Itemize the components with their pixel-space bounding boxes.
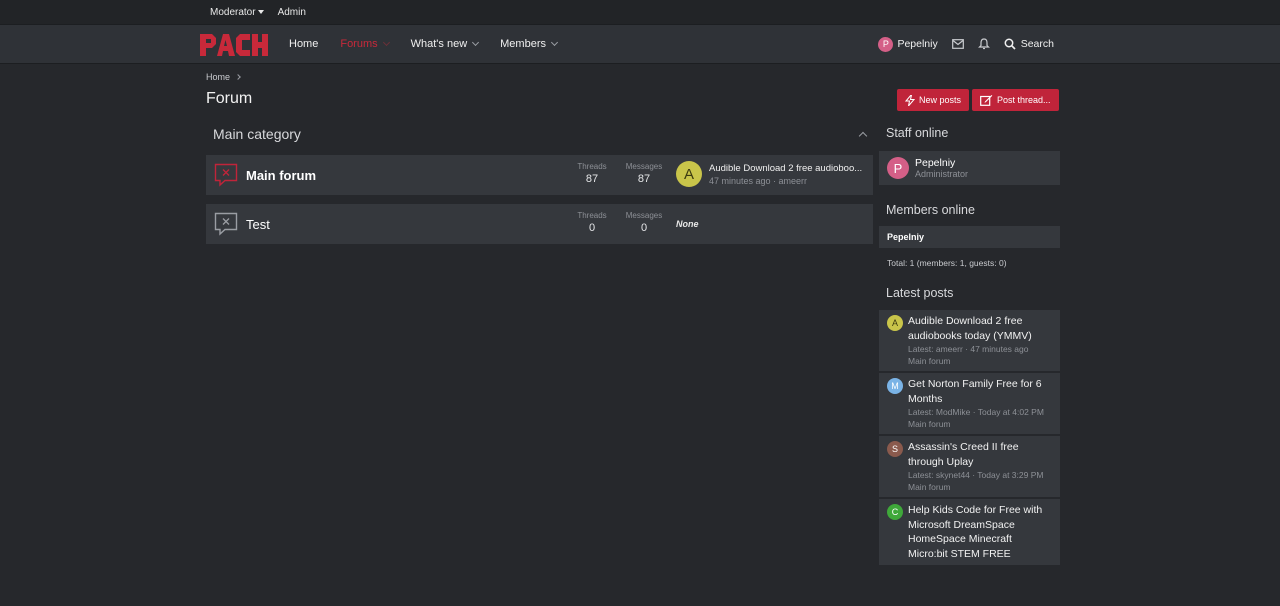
bell-icon (977, 38, 990, 50)
collapse-toggle-icon[interactable] (858, 131, 868, 141)
tab-forums[interactable]: Forums (340, 38, 390, 50)
threads-value: 0 (588, 222, 596, 234)
forum-row: Test Threads 0 Messages 0 None (206, 204, 873, 244)
new-posts-label: New posts (919, 95, 962, 105)
staff-online-item: P Pepelniy Administrator (879, 151, 1060, 185)
avatar: P (878, 36, 894, 52)
list-item: A Audible Download 2 free audiobooks tod… (879, 310, 1060, 371)
avatar[interactable]: M (887, 378, 903, 394)
site-logo[interactable] (200, 33, 270, 60)
main-navbar: Home Forums What's new Members P Pepelni… (0, 24, 1280, 64)
threads-label: Threads (577, 162, 607, 171)
caret-down-icon (257, 9, 264, 14)
avatar[interactable]: S (887, 441, 903, 457)
latest-post-forum[interactable]: Main forum (908, 481, 1052, 493)
admin-link[interactable]: Admin (278, 7, 306, 18)
latest-post-meta: Latest: ameerr · 47 minutes ago (908, 344, 1029, 354)
messages-value: 0 (640, 222, 648, 234)
account-menu[interactable]: P Pepelniy (878, 36, 938, 52)
threads-value: 87 (585, 173, 599, 185)
tab-members-label: Members (500, 38, 546, 50)
pack-logo-icon (200, 34, 268, 56)
staff-role: Administrator (915, 169, 969, 179)
threads-count: Threads 0 (570, 211, 614, 234)
avatar[interactable]: P (887, 157, 909, 179)
members-online-total: Total: 1 (members: 1, guests: 0) (887, 258, 1007, 268)
messages-label: Messages (625, 211, 663, 220)
latest-posts-title: Latest posts (886, 286, 954, 300)
breadcrumb: Home (206, 72, 241, 82)
latest-post-title[interactable]: Audible Download 2 free audiobooks today… (908, 314, 1052, 343)
messages-value: 87 (637, 173, 651, 185)
search-button[interactable]: Search (1004, 38, 1054, 50)
tab-home-label: Home (289, 38, 319, 50)
staff-bar: Moderator Admin (0, 0, 1280, 24)
edit-icon (980, 95, 993, 106)
new-posts-button[interactable]: New posts (897, 89, 970, 111)
latest-posts-list: A Audible Download 2 free audiobooks tod… (879, 310, 1060, 565)
threads-label: Threads (577, 211, 607, 220)
last-post-meta: 47 minutes ago · ameerr (709, 175, 808, 186)
category-header: Main category (206, 122, 873, 146)
sidebar: Staff online P Pepelniy Administrator Me… (879, 122, 1060, 567)
forum-title-main[interactable]: Main forum (246, 155, 316, 195)
post-thread-button[interactable]: Post thread... (972, 89, 1059, 111)
latest-post-meta: Latest: ModMike · Today at 4:02 PM (908, 407, 1044, 417)
tab-whats-new-label: What's new (410, 38, 468, 50)
messages-count: Messages 87 (622, 162, 666, 185)
tab-forums-label: Forums (340, 38, 378, 50)
avatar[interactable]: A (887, 315, 903, 331)
breadcrumb-home[interactable]: Home (206, 72, 230, 82)
staff-username[interactable]: Pepelniy (915, 157, 968, 169)
page-title: Forum (206, 90, 253, 107)
lightning-icon (905, 94, 915, 106)
chevron-down-icon (472, 38, 480, 47)
latest-post-title[interactable]: Help Kids Code for Free with Microsoft D… (908, 503, 1052, 561)
members-online-list: Pepelniy (879, 226, 1060, 248)
avatar[interactable]: C (887, 504, 903, 520)
staff-online-title: Staff online (886, 126, 949, 140)
forum-read-icon (214, 212, 238, 239)
threads-count: Threads 87 (570, 162, 614, 185)
list-item: M Get Norton Family Free for 6 Months La… (879, 373, 1060, 434)
list-item: S Assassin's Creed II free through Uplay… (879, 436, 1060, 497)
online-member-link[interactable]: Pepelniy (887, 232, 924, 242)
last-post: A Audible Download 2 free audioboo... 47… (676, 161, 865, 187)
no-last-post: None (676, 219, 699, 229)
latest-post-title[interactable]: Assassin's Creed II free through Uplay (908, 440, 1052, 469)
forum-title-test[interactable]: Test (246, 204, 270, 244)
list-item: C Help Kids Code for Free with Microsoft… (879, 499, 1060, 565)
account-username: Pepelniy (897, 38, 938, 50)
moderator-menu[interactable]: Moderator (210, 7, 264, 18)
post-thread-label: Post thread... (997, 95, 1051, 105)
forum-row: Main forum Threads 87 Messages 87 A Audi… (206, 155, 873, 195)
tab-home[interactable]: Home (289, 38, 318, 50)
forum-unread-icon (214, 163, 238, 190)
members-online-title: Members online (886, 203, 975, 217)
chevron-down-icon (382, 38, 390, 47)
chevron-right-icon (235, 74, 241, 80)
avatar[interactable]: A (676, 161, 702, 187)
category-title[interactable]: Main category (213, 126, 301, 142)
messages-label: Messages (625, 162, 663, 171)
last-post-title[interactable]: Audible Download 2 free audioboo... (709, 163, 865, 174)
latest-post-title[interactable]: Get Norton Family Free for 6 Months (908, 377, 1052, 406)
messages-count: Messages 0 (622, 211, 666, 234)
alerts-button[interactable] (977, 38, 990, 50)
tab-members[interactable]: Members (500, 38, 559, 50)
search-icon (1004, 38, 1016, 50)
latest-post-forum[interactable]: Main forum (908, 355, 1052, 367)
latest-post-forum[interactable]: Main forum (908, 418, 1052, 430)
nav-tabs: Home Forums What's new Members (289, 25, 579, 63)
chevron-down-icon (550, 38, 559, 47)
search-label: Search (1020, 38, 1054, 50)
tab-whats-new[interactable]: What's new (410, 38, 480, 50)
nav-user-area: P Pepelniy Search (878, 25, 1054, 63)
latest-post-meta: Latest: skynet44 · Today at 3:29 PM (908, 470, 1044, 480)
moderator-label: Moderator (210, 6, 256, 18)
inbox-button[interactable] (951, 39, 964, 49)
envelope-icon (951, 39, 964, 49)
